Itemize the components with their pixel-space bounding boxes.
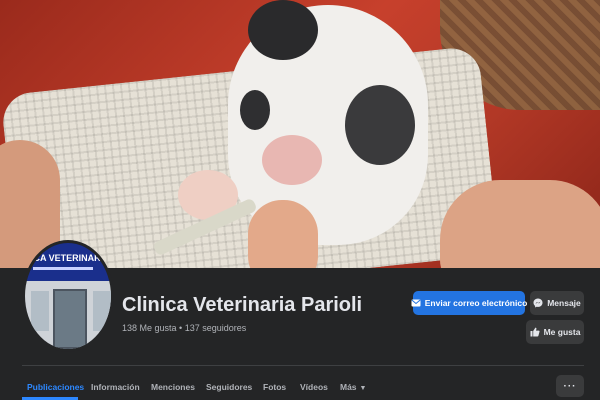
message-label: Mensaje [547,298,581,308]
tab-menciones[interactable]: Menciones [151,382,195,392]
cover-puppy-nose [262,135,322,185]
avatar-window-right [93,291,111,331]
caret-down-icon: ▼ [359,385,367,392]
tab-publicaciones[interactable]: Publicaciones [27,382,84,392]
message-button[interactable]: Mensaje [530,291,584,315]
envelope-icon [411,299,421,307]
cover-hand-right [440,180,600,268]
profile-picture[interactable]: ICA VETERINARIA [22,240,114,352]
like-button[interactable]: Me gusta [526,320,584,344]
avatar-sign-text: ICA VETERINARIA [31,253,110,263]
send-email-label: Enviar correo electrónico [424,298,528,308]
tab-informacion[interactable]: Información [91,382,140,392]
cover-puppy-eye [240,90,270,130]
facebook-page-header: ICA VETERINARIA Clinica Veterinaria Pari… [0,0,600,400]
tab-fotos[interactable]: Fotos [263,382,286,392]
avatar-sign-subline [33,267,93,270]
cover-thumb [248,200,318,268]
tab-more-label: Más [340,382,357,392]
cover-puppy-patch [345,85,415,165]
ellipsis-icon: ··· [563,380,577,392]
tab-more[interactable]: Más ▼ [340,382,366,392]
avatar-window-left [31,291,49,331]
page-stats[interactable]: 138 Me gusta • 137 seguidores [122,323,246,333]
cover-puppy-ear [248,0,318,60]
cover-photo[interactable] [0,0,600,268]
like-label: Me gusta [543,327,581,337]
tab-seguidores[interactable]: Seguidores [206,382,252,392]
thumbs-up-icon [530,327,540,337]
more-options-button[interactable]: ··· [556,375,584,397]
page-title: Clinica Veterinaria Parioli [122,294,363,316]
header-divider [22,365,584,366]
messenger-icon [533,298,543,308]
tab-videos[interactable]: Vídeos [300,382,328,392]
avatar-door [53,289,87,349]
send-email-button[interactable]: Enviar correo electrónico [411,291,528,315]
